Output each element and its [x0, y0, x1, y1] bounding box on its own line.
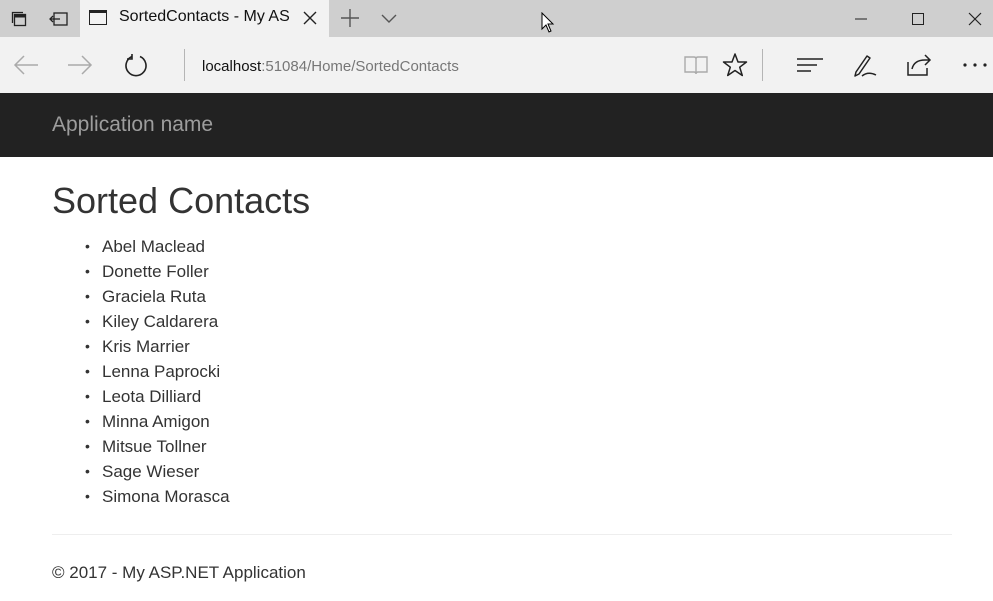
close-tab-button[interactable] — [300, 7, 320, 29]
address-host: localhost — [202, 58, 262, 75]
list-item: • Lenna Paprocki — [85, 362, 221, 381]
close-icon — [968, 12, 982, 25]
tab-sorted-contacts[interactable]: SortedContacts - My ASP.NET Application — [80, 0, 329, 37]
footer-divider — [52, 534, 952, 535]
star-icon — [722, 53, 748, 77]
tabs-icon[interactable] — [8, 8, 30, 30]
hub-icon — [797, 58, 823, 72]
tab-title: SortedContacts - My ASP.NET Application — [119, 8, 291, 25]
back-button[interactable] — [11, 50, 41, 80]
contact-name: Kris Marrier — [102, 337, 190, 356]
contact-name: Sage Wieser — [102, 462, 200, 481]
separator — [184, 49, 185, 81]
list-item: • Sage Wieser — [85, 462, 200, 481]
page-icon — [89, 10, 107, 25]
contact-name: Minna Amigon — [102, 412, 210, 431]
plus-icon — [341, 9, 359, 27]
contact-name: Graciela Ruta — [102, 287, 206, 306]
book-icon — [684, 56, 708, 75]
reading-view-button[interactable] — [681, 50, 711, 80]
list-item: • Abel Maclead — [85, 237, 206, 256]
close-icon — [303, 11, 317, 25]
list-item: • Minna Amigon — [85, 412, 210, 431]
more-button[interactable] — [960, 50, 990, 80]
favorite-button[interactable] — [720, 50, 750, 80]
more-icon — [963, 63, 987, 67]
navigation-bar: localhost:51084/Home/SortedContacts — [0, 37, 993, 93]
contact-name: Kiley Caldarera — [102, 312, 219, 331]
address-path: :51084/Home/SortedContacts — [261, 58, 459, 75]
title-bar: SortedContacts - My ASP.NET Application — [0, 0, 993, 37]
contact-name: Donette Foller — [102, 262, 209, 281]
back-arrow-icon — [13, 55, 38, 75]
contact-name: Simona Morasca — [102, 487, 230, 506]
list-item: • Kiley Caldarera — [85, 312, 219, 331]
set-aside-tabs-icon[interactable] — [48, 8, 70, 30]
close-window-button[interactable] — [950, 0, 993, 37]
separator — [762, 49, 763, 81]
contact-name: Abel Maclead — [102, 237, 206, 256]
brand-link[interactable]: Application name — [52, 113, 213, 137]
minimize-button[interactable] — [836, 0, 886, 37]
mouse-cursor-icon — [541, 12, 555, 33]
contact-name: Lenna Paprocki — [102, 362, 221, 381]
share-button[interactable] — [904, 50, 934, 80]
pen-icon — [854, 55, 877, 77]
list-item: • Leota Dilliard — [85, 387, 202, 406]
forward-arrow-icon — [68, 55, 93, 75]
footer-text: © 2017 - My ASP.NET Application — [52, 563, 306, 582]
site-navbar: Application name — [0, 93, 993, 157]
maximize-button[interactable] — [893, 0, 943, 37]
list-item: • Mitsue Tollner — [85, 437, 207, 456]
notes-button[interactable] — [850, 50, 880, 80]
forward-button[interactable] — [65, 50, 95, 80]
list-item: • Kris Marrier — [85, 337, 190, 356]
contact-name: Leota Dilliard — [102, 387, 202, 406]
list-item: • Simona Morasca — [85, 487, 230, 506]
maximize-icon — [912, 12, 924, 25]
hub-button[interactable] — [795, 50, 825, 80]
minimize-icon — [855, 18, 867, 19]
address-bar[interactable]: localhost:51084/Home/SortedContacts — [202, 58, 459, 75]
new-tab-button[interactable] — [339, 7, 361, 29]
share-icon — [907, 54, 932, 76]
chevron-down-icon — [381, 14, 397, 23]
tab-list-button[interactable] — [378, 7, 400, 29]
refresh-button[interactable] — [121, 50, 151, 80]
contact-name: Mitsue Tollner — [102, 437, 207, 456]
refresh-icon — [125, 54, 147, 77]
page-title: Sorted Contacts — [52, 180, 311, 221]
list-item: • Donette Foller — [85, 262, 209, 281]
contact-list: • Abel Maclead • Donette Foller • Graciela … — [52, 235, 230, 510]
list-item: • Graciela Ruta — [85, 287, 206, 306]
